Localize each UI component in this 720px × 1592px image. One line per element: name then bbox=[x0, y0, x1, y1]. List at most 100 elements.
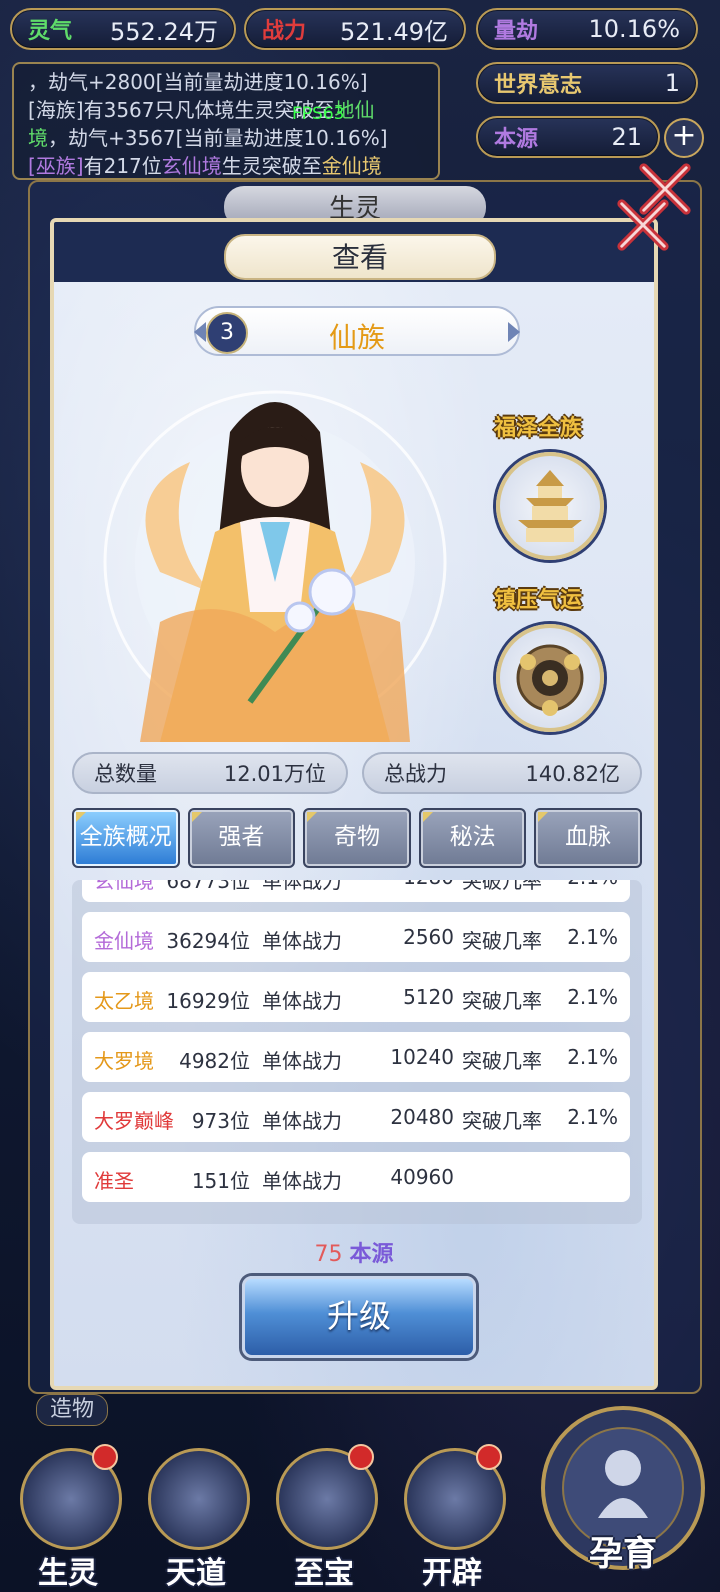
realm-power: 1280 bbox=[403, 880, 454, 889]
realm-power: 5120 bbox=[403, 985, 454, 1009]
log-text: 有217位 bbox=[83, 154, 162, 178]
tab-strongest[interactable]: 强者 bbox=[187, 808, 296, 868]
upgrade-button[interactable]: 升级 bbox=[242, 1276, 476, 1358]
zaowu-label[interactable]: 造物 bbox=[36, 1394, 108, 1426]
log-text: 生灵突破至 bbox=[221, 154, 322, 178]
realm-count: 68773位 bbox=[166, 880, 250, 893]
character-portrait bbox=[103, 390, 447, 742]
realm-rate-label: 突破几率 bbox=[462, 929, 542, 953]
realm-rate: 2.1% bbox=[567, 1105, 618, 1129]
nav-label: 开辟 bbox=[422, 1556, 482, 1591]
total-count-label: 总数量 bbox=[94, 762, 157, 786]
nav-label: 天道 bbox=[166, 1556, 226, 1591]
log-line: [海族]有3567只凡体境生灵突破至地仙 bbox=[28, 96, 424, 124]
benyuan-resource: 本源 21 bbox=[476, 116, 660, 158]
realm-row: 准圣 151位 单体战力 40960 bbox=[82, 1152, 630, 1202]
realm-rate-label: 突破几率 bbox=[462, 989, 542, 1013]
lingqi-label: 灵气 bbox=[28, 19, 73, 44]
realm-power: 40960 bbox=[390, 1165, 454, 1189]
race-selector[interactable]: 3 仙族 bbox=[194, 306, 520, 356]
realm-power: 10240 bbox=[390, 1045, 454, 1069]
race-name: 仙族 bbox=[328, 321, 385, 354]
lingqi-resource: 灵气 552.24万 bbox=[10, 8, 236, 50]
log-text: ，劫气+3567[当前量劫进度10.16%] bbox=[48, 126, 388, 150]
log-realm: 金仙境 bbox=[321, 154, 382, 178]
realm-rate: 2.1% bbox=[567, 1045, 618, 1069]
realm-rate-label: 突破几率 bbox=[462, 1109, 542, 1133]
realm-realm: 金仙境 bbox=[94, 929, 154, 953]
realm-power: 2560 bbox=[403, 925, 454, 949]
detail-tabs: 全族概况 强者 奇物 秘法 血脉 bbox=[72, 808, 642, 868]
realm-count: 973位 bbox=[191, 1109, 250, 1133]
realm-row: 大罗境 4982位 单体战力 10240 突破几率 2.1% bbox=[82, 1032, 630, 1082]
realm-rate-label: 突破几率 bbox=[462, 1049, 542, 1073]
panel-title: 查看 bbox=[224, 234, 496, 280]
total-power-label: 总战力 bbox=[384, 762, 447, 786]
nav-yunyu[interactable]: 孕育 bbox=[538, 1398, 708, 1588]
realm-count: 4982位 bbox=[179, 1049, 250, 1073]
total-count-stat: 总数量 12.01万位 bbox=[72, 752, 348, 794]
add-benyuan-button[interactable]: + bbox=[664, 118, 704, 158]
zhanli-value: 521.49亿 bbox=[340, 17, 448, 46]
world-will-resource: 世界意志 1 bbox=[476, 62, 698, 104]
benyuan-label: 本源 bbox=[494, 127, 539, 152]
realm-power-label: 单体战力 bbox=[262, 1049, 342, 1073]
realm-realm: 太乙境 bbox=[94, 989, 154, 1013]
total-power-value: 140.82亿 bbox=[525, 762, 620, 786]
realm-row: 太乙境 16929位 单体战力 5120 突破几率 2.1% bbox=[82, 972, 630, 1022]
total-power-stat: 总战力 140.82亿 bbox=[362, 752, 642, 794]
next-race-arrow-icon[interactable] bbox=[508, 322, 520, 342]
nav-tiandao[interactable]: 天道 bbox=[140, 1448, 252, 1591]
liangjie-value: 10.16% bbox=[588, 15, 680, 43]
log-realm: 境 bbox=[28, 126, 48, 150]
nav-zhibao[interactable]: 至宝 bbox=[268, 1444, 380, 1591]
cost-value: 75 bbox=[314, 1242, 343, 1267]
cost-unit: 本源 bbox=[349, 1242, 394, 1267]
tab-techniques[interactable]: 秘法 bbox=[418, 808, 527, 868]
nav-shengling[interactable]: 生灵 bbox=[12, 1444, 124, 1591]
benyuan-value: 21 bbox=[611, 123, 642, 151]
realm-count: 151位 bbox=[191, 1169, 250, 1193]
seal-icon[interactable] bbox=[496, 624, 604, 732]
event-log: ，劫气+2800[当前量劫进度10.16%] [海族]有3567只凡体境生灵突破… bbox=[12, 62, 440, 180]
nav-kaipi[interactable]: 开辟 bbox=[396, 1444, 508, 1591]
zhanli-resource: 战力 521.49亿 bbox=[244, 8, 466, 50]
log-line: ，劫气+2800[当前量劫进度10.16%] bbox=[28, 70, 368, 94]
liangjie-resource: 量劫 10.16% bbox=[476, 8, 698, 50]
realm-rate-label: 突破几率 bbox=[462, 880, 542, 893]
swirl-icon bbox=[148, 1448, 250, 1550]
realm-power-label: 单体战力 bbox=[262, 880, 342, 893]
notification-dot bbox=[348, 1444, 374, 1470]
notification-dot bbox=[92, 1444, 118, 1470]
liangjie-label: 量劫 bbox=[494, 19, 539, 44]
realm-power-label: 单体战力 bbox=[262, 989, 342, 1013]
notification-dot bbox=[476, 1444, 502, 1470]
log-line: [巫族]有217位玄仙境生灵突破至金仙境 bbox=[28, 152, 424, 178]
log-realm: 玄仙境 bbox=[161, 154, 222, 178]
world-will-value: 1 bbox=[664, 69, 680, 97]
realm-row: 金仙境 36294位 单体战力 2560 突破几率 2.1% bbox=[82, 912, 630, 962]
log-line: 境，劫气+3567[当前量劫进度10.16%] bbox=[28, 124, 424, 152]
total-count-value: 12.01万位 bbox=[223, 762, 326, 786]
realm-list[interactable]: 玄仙境68773位单体战力1280突破几率2.1%金仙境36294位单体战力25… bbox=[72, 880, 642, 1224]
fps-counter: FPS63 bbox=[292, 104, 345, 124]
realm-rate: 2.1% bbox=[567, 925, 618, 949]
realm-count: 36294位 bbox=[166, 929, 250, 953]
badge-label-fuze: 福泽全族 bbox=[494, 416, 583, 441]
tab-bloodline[interactable]: 血脉 bbox=[534, 808, 642, 868]
nav-label: 至宝 bbox=[294, 1556, 354, 1591]
nav-label: 孕育 bbox=[589, 1534, 657, 1574]
lingqi-value: 552.24万 bbox=[110, 17, 218, 46]
pagoda-icon[interactable] bbox=[496, 452, 604, 560]
realm-realm: 大罗巅峰 bbox=[94, 1109, 174, 1133]
close-icon[interactable] bbox=[614, 196, 672, 254]
realm-row: 玄仙境 68773位单体战力 1280 突破几率 2.1% bbox=[82, 880, 630, 902]
nav-label: 生灵 bbox=[38, 1556, 98, 1591]
zhanli-label: 战力 bbox=[262, 19, 307, 44]
world-will-label: 世界意志 bbox=[494, 73, 583, 98]
realm-row: 大罗巅峰 973位 单体战力 20480 突破几率 2.1% bbox=[82, 1092, 630, 1142]
realm-count: 16929位 bbox=[166, 989, 250, 1013]
log-text: [海族]有3567只凡体境生灵突破至 bbox=[28, 98, 335, 122]
tab-overview[interactable]: 全族概况 bbox=[72, 808, 180, 868]
tab-artifacts[interactable]: 奇物 bbox=[303, 808, 411, 868]
